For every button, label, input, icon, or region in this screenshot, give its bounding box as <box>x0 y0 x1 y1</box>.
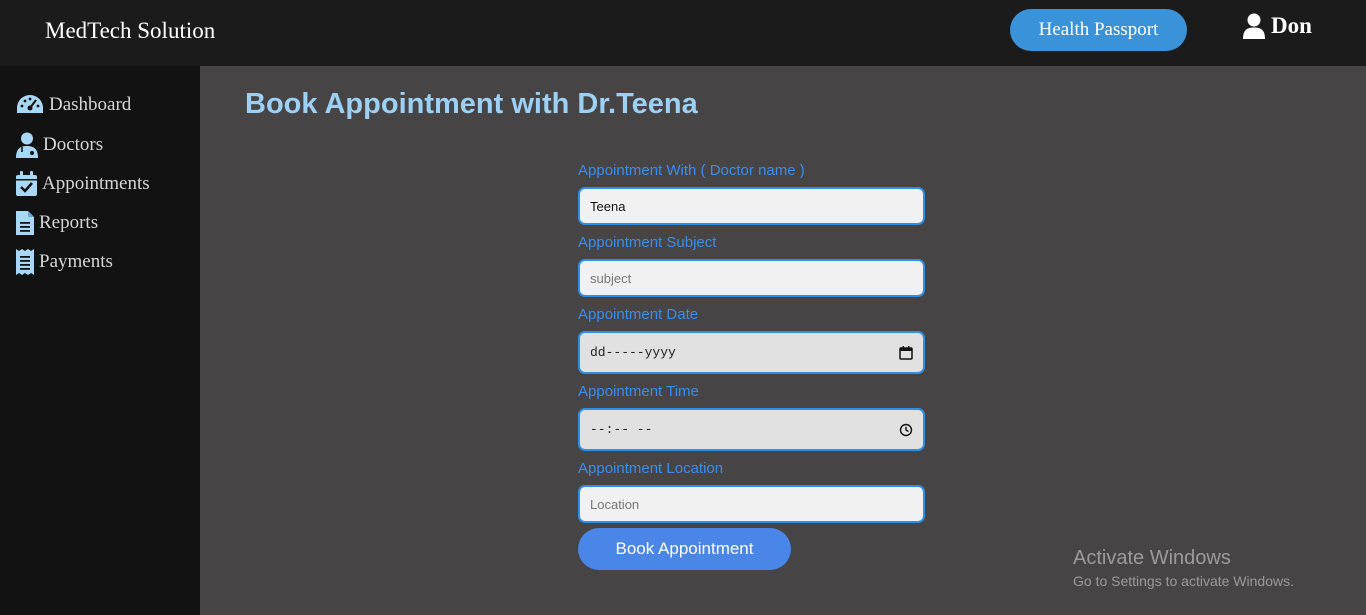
subject-input[interactable]: subject <box>578 259 925 297</box>
sidebar-item-label: Dashboard <box>49 94 132 115</box>
date-label: Appointment Date <box>578 306 699 323</box>
user-menu[interactable]: Don <box>1243 13 1312 39</box>
time-label: Appointment Time <box>578 383 699 400</box>
sidebar: Dashboard Doctors Appointments Reports P… <box>0 66 200 615</box>
file-icon <box>16 211 34 235</box>
gauge-icon <box>17 95 43 113</box>
sidebar-item-dashboard[interactable]: Dashboard <box>15 93 131 117</box>
clock-icon[interactable] <box>899 423 913 437</box>
user-icon <box>1243 13 1265 39</box>
health-passport-button[interactable]: Health Passport <box>1010 9 1187 51</box>
calendar-icon[interactable] <box>899 345 913 360</box>
calendar-check-icon <box>16 171 37 196</box>
brand-title[interactable]: MedTech Solution <box>45 18 215 44</box>
sidebar-item-label: Reports <box>39 212 99 233</box>
subject-label: Appointment Subject <box>578 234 717 251</box>
book-appointment-button[interactable]: Book Appointment <box>578 528 791 570</box>
location-input[interactable]: Location <box>578 485 925 523</box>
top-bar: MedTech Solution Health Passport Don <box>0 0 1366 66</box>
date-input[interactable]: dd-----yyyy <box>578 331 925 374</box>
sidebar-item-payments[interactable]: Payments <box>15 249 113 275</box>
doctor-name-input[interactable]: Teena <box>578 187 925 225</box>
sidebar-item-appointments[interactable]: Appointments <box>15 171 150 197</box>
sidebar-item-label: Appointments <box>42 173 150 194</box>
receipt-icon <box>16 249 34 275</box>
time-input[interactable]: --:-- -- <box>578 408 925 451</box>
time-input-value: --:-- -- <box>590 422 653 437</box>
date-input-value: dd-----yyyy <box>590 345 676 360</box>
location-label: Appointment Location <box>578 460 724 477</box>
watermark-title: Activate Windows <box>1073 547 1231 569</box>
watermark-subtitle: Go to Settings to activate Windows. <box>1073 573 1294 589</box>
sidebar-item-label: Payments <box>39 251 113 272</box>
sidebar-item-doctors[interactable]: Doctors <box>15 132 103 158</box>
sidebar-item-reports[interactable]: Reports <box>15 210 98 236</box>
sidebar-item-label: Doctors <box>43 134 104 155</box>
doctor-name-label: Appointment With ( Doctor name ) <box>578 162 805 179</box>
doctor-icon <box>16 132 38 158</box>
user-name: Don <box>1271 13 1312 38</box>
activate-windows-watermark: Activate Windows Go to Settings to activ… <box>1073 547 1294 589</box>
page-title: Book Appointment with Dr.Teena <box>245 88 698 120</box>
